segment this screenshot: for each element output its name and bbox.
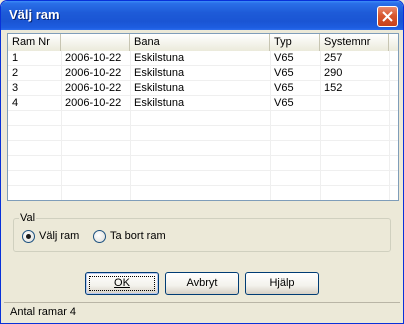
cell-typ: V65 [274,97,294,109]
cell-bana: Eskilstuna [134,52,185,64]
cell-systemnr: 290 [324,67,343,79]
column-header-typ[interactable]: Typ [270,34,320,51]
val-group-label: Val [19,212,37,224]
cell-typ: V65 [274,82,294,94]
empty-row [8,156,398,171]
cell-systemnr: 257 [324,52,343,64]
radio-ta-bort-ram[interactable]: Ta bort ram [93,229,166,243]
cell-bana: Eskilstuna [134,82,185,94]
empty-row [8,141,398,156]
cell-bana: Eskilstuna [134,67,185,79]
ok-button[interactable]: OK [85,272,159,295]
empty-row [8,126,398,141]
radio-valj-ram-label: Välj ram [39,230,80,242]
focus-rect [89,276,155,291]
status-text: Antal ramar 4 [10,306,77,318]
table-row[interactable]: 2 2006-10-22 Eskilstuna V65 290 [8,66,398,81]
frame-list[interactable]: Ram Nr Bana Typ Systemnr 1 2006-10-22 Es… [7,33,399,201]
cell-ram-nr: 1 [12,52,19,64]
table-row[interactable]: 1 2006-10-22 Eskilstuna V65 257 [8,51,398,66]
cell-date: 2006-10-22 [65,52,122,64]
cancel-button[interactable]: Avbryt [165,272,239,295]
cell-systemnr [320,97,389,111]
status-bar: Antal ramar 4 [4,302,400,322]
cell-typ: V65 [274,52,294,64]
window-title: Välj ram [9,7,60,22]
radio-ta-bort-ram-label: Ta bort ram [110,230,166,242]
table-row[interactable]: 3 2006-10-22 Eskilstuna V65 152 [8,81,398,96]
cell-date: 2006-10-22 [65,67,122,79]
column-header-bana[interactable]: Bana [130,34,270,51]
radio-checked-icon [22,229,35,243]
cell-bana: Eskilstuna [134,97,185,109]
radio-unchecked-icon [93,229,106,243]
cell-typ: V65 [274,67,294,79]
help-button-label: Hjälp [269,277,295,289]
cell-ram-nr: 3 [12,82,19,94]
cell-ram-nr: 4 [12,97,19,109]
column-header-ram-nr[interactable]: Ram Nr [8,34,61,51]
empty-row [8,171,398,186]
cell-systemnr: 152 [324,82,343,94]
radio-valj-ram[interactable]: Välj ram [22,229,79,243]
dialog-body: Ram Nr Bana Typ Systemnr 1 2006-10-22 Es… [4,30,400,322]
column-header-filler [389,34,398,51]
dialog-window: Välj ram Ram Nr Bana Typ Systemnr 1 2006… [0,0,404,324]
cancel-button-label: Avbryt [186,277,218,289]
cell-ram-nr: 2 [12,67,19,79]
column-header-systemnr[interactable]: Systemnr [320,34,389,51]
close-icon [382,11,393,22]
close-button[interactable] [377,6,398,27]
help-button[interactable]: Hjälp [245,272,319,295]
table-row[interactable]: 4 2006-10-22 Eskilstuna V65 [8,96,398,111]
empty-row [8,186,398,200]
title-bar[interactable]: Välj ram [1,1,403,30]
cell-date: 2006-10-22 [65,82,122,94]
column-header-date[interactable] [61,34,130,51]
list-header: Ram Nr Bana Typ Systemnr [8,34,398,51]
empty-row [8,111,398,126]
cell-date: 2006-10-22 [65,97,122,109]
